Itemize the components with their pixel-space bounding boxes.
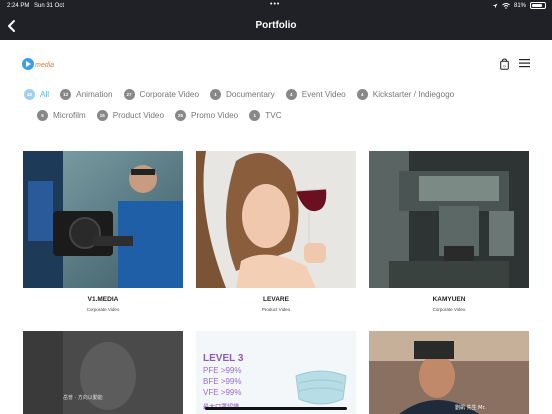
portfolio-thumbnail[interactable] [23, 151, 183, 288]
level-line: BFE >99% [203, 377, 242, 386]
level-line: PFE >99% [203, 366, 242, 375]
thumbnail-overlay-text: 岳普 · 方向以動能 [63, 395, 103, 401]
status-bar: 2:24 PM Sun 31 Oct ••• 81% [0, 0, 552, 12]
portfolio-thumbnail[interactable] [369, 151, 529, 288]
filter-event-video[interactable]: 4 Event Video [285, 88, 346, 100]
filter-label: Kickstarter / Indiegogo [372, 89, 455, 99]
filter-count-badge: 12 [60, 88, 72, 100]
status-date: Sun 31 Oct [34, 3, 65, 9]
battery-icon [530, 2, 546, 9]
category-filters: 46 All 12 Animation 27 Corporate Video 1 Doc… [24, 84, 534, 126]
industrial-machine-image [369, 151, 529, 288]
filter-microfilm[interactable]: 5 Microfilm [37, 109, 86, 121]
filter-count-badge: 1 [210, 88, 222, 100]
face-mask-image [295, 370, 347, 405]
portfolio-item-category: Product Video [261, 307, 291, 312]
portfolio-thumbnail[interactable] [196, 151, 356, 288]
interview-man-image [369, 331, 529, 414]
shopping-bag-icon[interactable]: 0 [500, 58, 509, 70]
filter-label: Microfilm [53, 110, 86, 120]
portfolio-item[interactable]: 劉凱 先生 Mr. [369, 331, 529, 414]
filter-count-badge: 4 [356, 88, 368, 100]
filter-count-badge: 46 [24, 88, 35, 100]
filter-label: Corporate Video [139, 89, 200, 99]
svg-text:0: 0 [503, 64, 506, 69]
filter-label: Promo Video [191, 110, 239, 120]
filter-count-badge: 4 [285, 88, 297, 100]
wifi-icon [502, 2, 510, 9]
level-line: VFE >99% [203, 388, 242, 397]
filter-tvc[interactable]: 1 TVC [249, 109, 282, 121]
thumbnail-caption: 劉凱 先生 Mr. [455, 405, 486, 411]
status-right: 81% [492, 2, 546, 9]
portfolio-item-category: Corporate Video [432, 307, 466, 312]
filter-count-badge: 1 [249, 109, 261, 121]
filter-count-badge: 25 [175, 109, 187, 121]
filter-documentary[interactable]: 1 Documentary [210, 88, 275, 100]
filter-promo-video[interactable]: 25 Promo Video [175, 109, 239, 121]
multitask-dots[interactable]: ••• [270, 1, 280, 8]
portfolio-item[interactable]: LEVARE Product Video [196, 151, 356, 312]
filter-count-badge: 5 [37, 109, 48, 121]
header-actions: 0 [500, 58, 530, 70]
filter-product-video[interactable]: 15 Product Video [96, 109, 165, 121]
play-logo-icon [22, 58, 34, 70]
portfolio-item[interactable]: V1.MEDIA Corporate Video [23, 151, 183, 312]
portfolio-item-category: Corporate Video [86, 307, 120, 312]
filter-label: All [40, 89, 50, 99]
filter-all[interactable]: 46 All [24, 88, 50, 100]
home-indicator[interactable] [205, 407, 347, 410]
portfolio-item[interactable]: 岳普 · 方向以動能 [23, 331, 183, 414]
portfolio-thumbnail[interactable]: LEVEL 3 PFE >99% BFE >99% VFE >99% 最大口罩認… [196, 331, 356, 414]
filter-label: Animation [76, 89, 113, 99]
camera-operators-image [23, 151, 183, 288]
filter-corporate-video[interactable]: 27 Corporate Video [123, 88, 200, 100]
filter-count-badge: 15 [96, 109, 108, 121]
filter-label: Event Video [301, 89, 346, 99]
portfolio-item[interactable]: KAMYUEN Corporate Video [369, 151, 529, 312]
filter-row: 46 All 12 Animation 27 Corporate Video 1 Doc… [24, 84, 534, 104]
top-bar: 2:24 PM Sun 31 Oct ••• 81% Portfolio [0, 0, 552, 40]
logo-text: media [35, 62, 55, 69]
hamburger-menu-icon[interactable] [519, 58, 530, 68]
portfolio-item-title: KAMYUEN [432, 296, 466, 303]
portfolio-item[interactable]: LEVEL 3 PFE >99% BFE >99% VFE >99% 最大口罩認… [196, 331, 356, 414]
brand-logo[interactable]: media [22, 57, 54, 71]
battery-percent: 81% [513, 2, 526, 9]
wine-tasting-image [196, 151, 356, 288]
portfolio-item-title: V1.MEDIA [87, 296, 119, 303]
status-time: 2:24 PM [7, 3, 30, 9]
portfolio-item-title: LEVARE [263, 296, 289, 303]
battery-fill [532, 4, 542, 7]
filter-row: 5 Microfilm 15 Product Video 25 Promo Video… [24, 105, 534, 125]
filter-kickstarter[interactable]: 4 Kickstarter / Indiegogo [356, 88, 455, 100]
filter-label: Documentary [226, 89, 275, 99]
portrait-dark-image [23, 331, 183, 414]
filter-label: Product Video [112, 110, 165, 120]
portfolio-thumbnail[interactable]: 劉凱 先生 Mr. [369, 331, 529, 414]
filter-count-badge: 27 [123, 88, 135, 100]
location-icon [492, 3, 498, 8]
portfolio-thumbnail[interactable]: 岳普 · 方向以動能 [23, 331, 183, 414]
filter-label: TVC [265, 110, 282, 120]
page-title: Portfolio [255, 20, 297, 31]
level-title: LEVEL 3 [203, 353, 244, 364]
filter-animation[interactable]: 12 Animation [60, 88, 113, 100]
